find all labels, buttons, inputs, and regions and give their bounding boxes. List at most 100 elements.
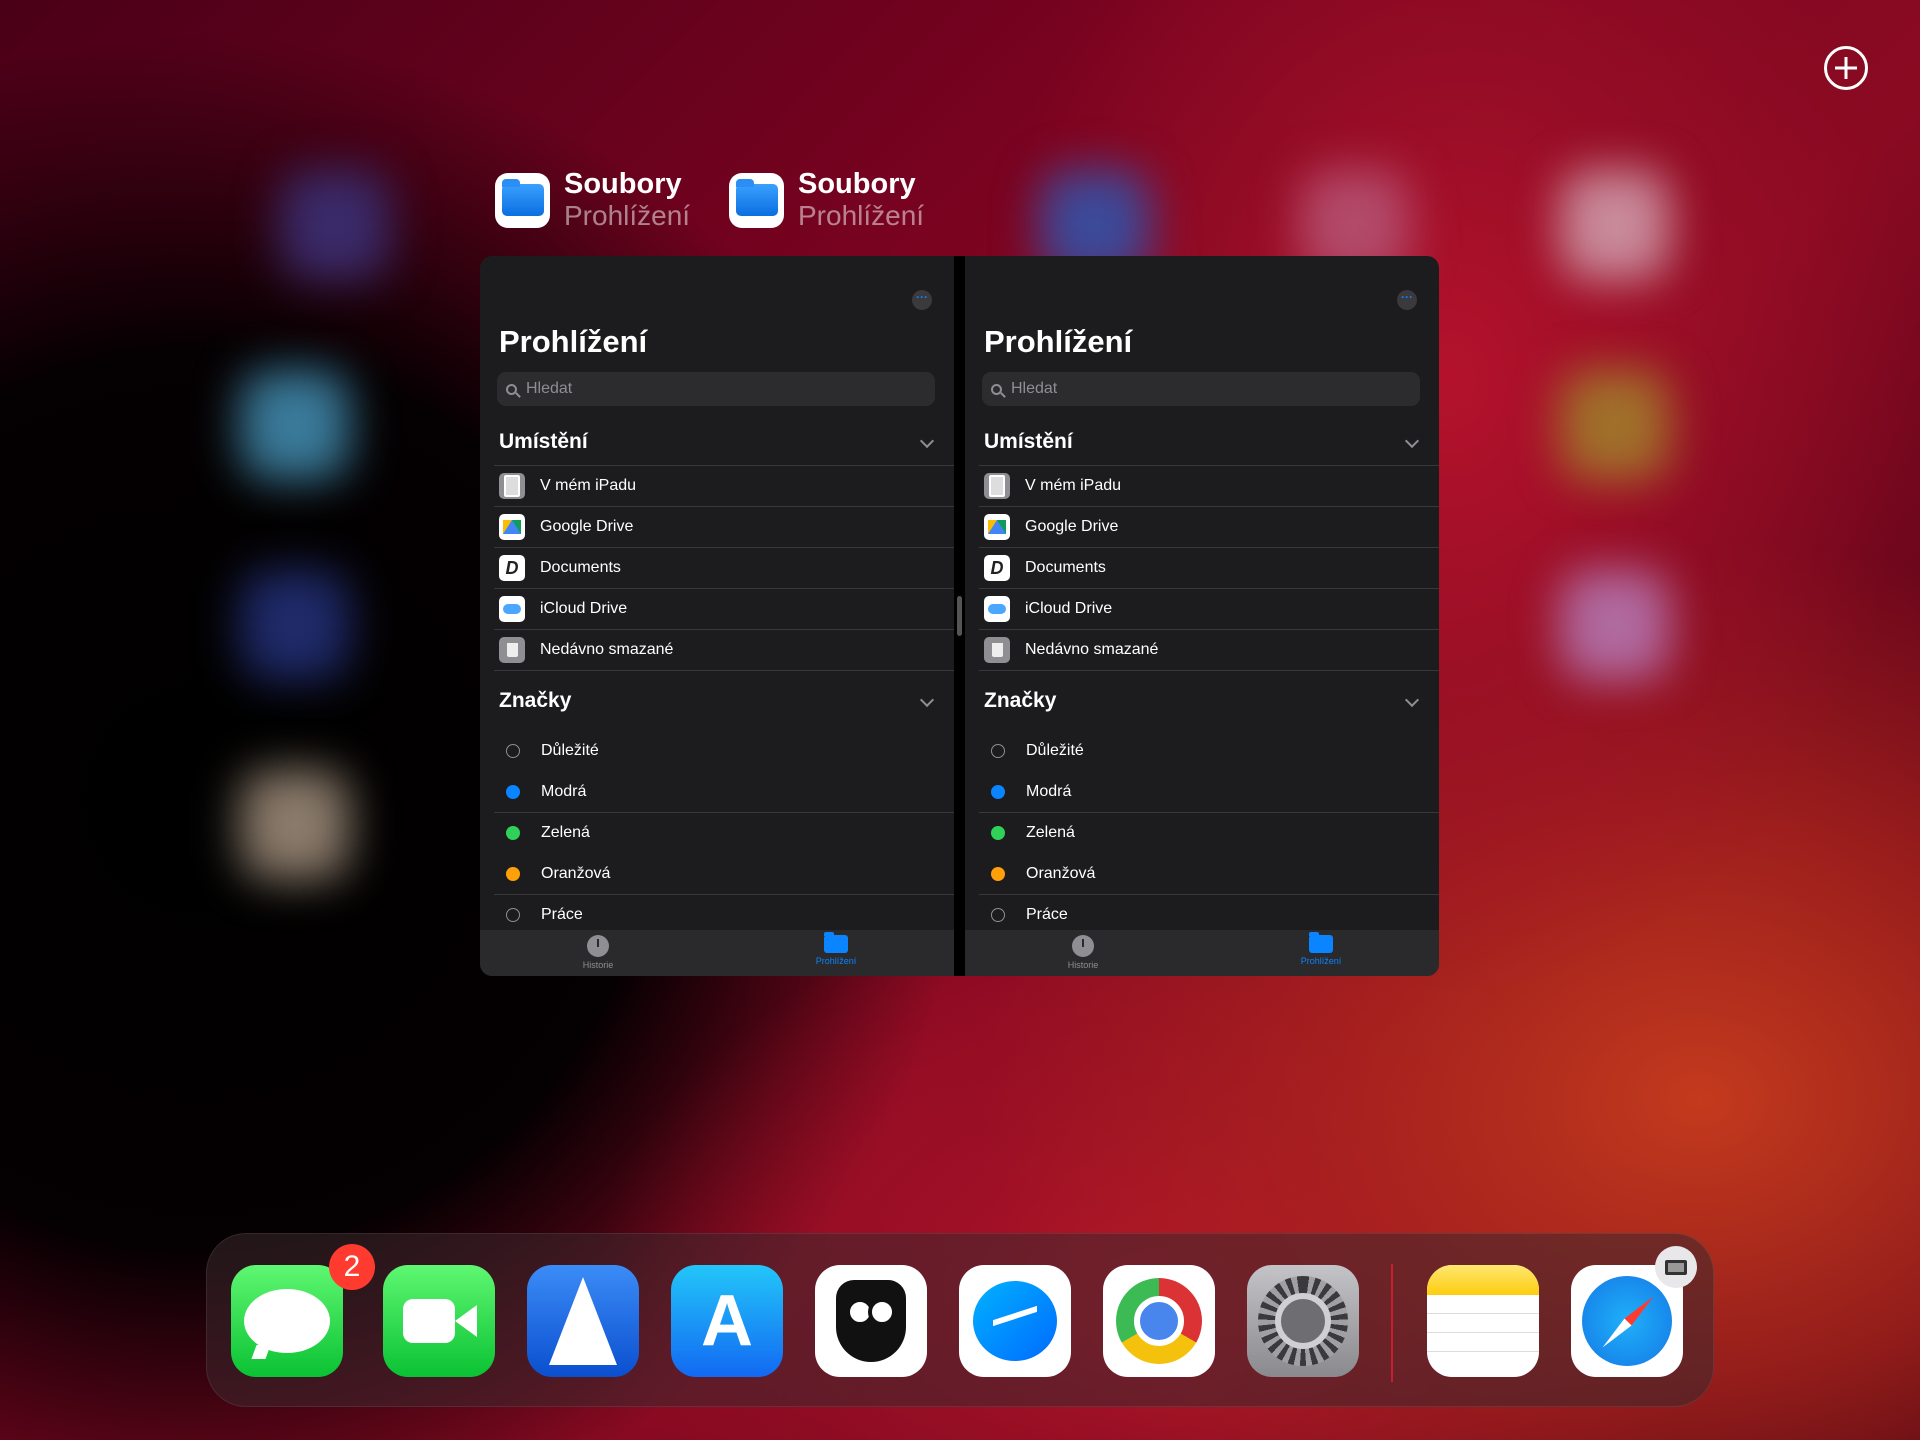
location-label: Google Drive	[540, 518, 634, 535]
tag-empty-circle-icon	[991, 744, 1005, 758]
tag-blue-dot-icon	[506, 785, 520, 799]
tag-label: Zelená	[541, 824, 590, 841]
location-label: iCloud Drive	[1025, 600, 1113, 617]
divider	[494, 670, 954, 671]
chevron-down-icon[interactable]	[919, 692, 935, 708]
tag-orange-dot-icon	[506, 867, 520, 881]
tag-item[interactable]: Práce	[984, 895, 1439, 935]
tag-green-dot-icon	[991, 826, 1005, 840]
app-name: Soubory	[798, 168, 916, 200]
tag-orange-dot-icon	[991, 867, 1005, 881]
tag-item[interactable]: Oranžová	[499, 854, 954, 894]
chevron-down-icon[interactable]	[1404, 692, 1420, 708]
tag-blue-dot-icon	[991, 785, 1005, 799]
location-item-google-drive[interactable]: Google Drive	[499, 507, 954, 547]
handoff-mac-icon[interactable]	[1655, 1246, 1697, 1288]
tag-label: Modrá	[1026, 783, 1072, 800]
app-store-icon[interactable]: A	[671, 1265, 783, 1377]
files-window-left[interactable]: ··· Prohlížení Hledat Umístění V mém iPa…	[480, 256, 954, 976]
tag-label: Důležité	[541, 742, 599, 759]
tag-label: Práce	[541, 906, 583, 923]
location-label: V mém iPadu	[1025, 477, 1122, 494]
tag-empty-circle-icon	[506, 908, 520, 922]
location-item-recently-deleted[interactable]: Nedávno smazané	[499, 630, 954, 670]
divider	[979, 670, 1439, 671]
settings-icon[interactable]	[1247, 1265, 1359, 1377]
tag-label: Oranžová	[1026, 865, 1096, 882]
location-item-recently-deleted[interactable]: Nedávno smazané	[984, 630, 1439, 670]
search-input[interactable]: Hledat	[982, 372, 1420, 406]
hootsuite-icon[interactable]	[815, 1265, 927, 1377]
location-item-google-drive[interactable]: Google Drive	[984, 507, 1439, 547]
tag-item[interactable]: Modrá	[984, 772, 1439, 812]
tag-item[interactable]: Důležité	[499, 731, 954, 771]
search-input[interactable]: Hledat	[497, 372, 935, 406]
clock-icon	[1072, 935, 1094, 957]
location-item-icloud[interactable]: iCloud Drive	[984, 589, 1439, 629]
section-header-tags[interactable]: Značky	[499, 689, 571, 713]
tag-item[interactable]: Oranžová	[984, 854, 1439, 894]
tag-label: Práce	[1026, 906, 1068, 923]
app-name: Soubory	[564, 168, 682, 200]
app-window-subtitle: Prohlížení	[564, 200, 691, 231]
tab-history[interactable]: Historie	[538, 935, 658, 970]
add-space-button[interactable]	[1824, 46, 1868, 90]
split-view-divider[interactable]	[954, 256, 965, 976]
location-item-ipad[interactable]: V mém iPadu	[984, 466, 1439, 506]
location-label: Google Drive	[1025, 518, 1119, 535]
chevron-down-icon[interactable]	[919, 433, 935, 449]
tag-item[interactable]: Práce	[499, 895, 954, 935]
location-item-icloud[interactable]: iCloud Drive	[499, 589, 954, 629]
facetime-icon[interactable]	[383, 1265, 495, 1377]
files-window-right[interactable]: ··· Prohlížení Hledat Umístění V mém iPa…	[965, 256, 1439, 976]
messenger-icon[interactable]	[959, 1265, 1071, 1377]
search-placeholder: Hledat	[526, 380, 573, 397]
location-item-ipad[interactable]: V mém iPadu	[499, 466, 954, 506]
location-label: iCloud Drive	[540, 600, 628, 617]
tag-item[interactable]: Modrá	[499, 772, 954, 812]
blurred-home-icon	[1560, 370, 1670, 480]
chevron-down-icon[interactable]	[1404, 433, 1420, 449]
notes-icon[interactable]	[1427, 1265, 1539, 1377]
notification-badge: 2	[329, 1244, 375, 1290]
icloud-icon	[499, 596, 525, 622]
location-item-documents[interactable]: D Documents	[984, 548, 1439, 588]
search-placeholder: Hledat	[1011, 380, 1058, 397]
tag-item[interactable]: Důležité	[984, 731, 1439, 771]
spark-icon[interactable]	[527, 1265, 639, 1377]
tag-item[interactable]: Zelená	[499, 813, 954, 853]
location-item-documents[interactable]: D Documents	[499, 548, 954, 588]
divider-handle[interactable]	[957, 596, 962, 636]
dock: 2 A	[206, 1233, 1714, 1407]
more-options-icon[interactable]: ···	[1397, 290, 1417, 310]
tag-item[interactable]: Zelená	[984, 813, 1439, 853]
tab-label: Historie	[582, 960, 614, 970]
tag-empty-circle-icon	[991, 908, 1005, 922]
dock-divider	[1391, 1264, 1393, 1382]
files-app-icon	[729, 172, 784, 228]
location-label: Nedávno smazané	[1025, 641, 1159, 658]
tag-green-dot-icon	[506, 826, 520, 840]
location-label: Documents	[1025, 559, 1106, 576]
files-app-icon	[495, 172, 550, 228]
more-options-icon[interactable]: ···	[912, 290, 932, 310]
tab-browse[interactable]: Prohlížení	[1261, 932, 1381, 966]
trash-icon	[984, 637, 1010, 663]
search-icon	[991, 383, 1002, 395]
ipad-icon	[499, 473, 525, 499]
tag-label: Důležité	[1026, 742, 1084, 759]
location-label: Nedávno smazané	[540, 641, 674, 658]
search-icon	[506, 383, 517, 395]
tab-bar: Historie Prohlížení	[965, 930, 1439, 976]
messages-icon[interactable]	[231, 1265, 343, 1377]
app-window-subtitle: Prohlížení	[798, 200, 925, 231]
section-header-locations[interactable]: Umístění	[499, 430, 588, 454]
tab-browse[interactable]: Prohlížení	[776, 932, 896, 966]
location-label: V mém iPadu	[540, 477, 637, 494]
app-label-right: Soubory Prohlížení	[729, 168, 924, 232]
chrome-icon[interactable]	[1103, 1265, 1215, 1377]
section-header-locations[interactable]: Umístění	[984, 430, 1073, 454]
section-header-tags[interactable]: Značky	[984, 689, 1056, 713]
tab-history[interactable]: Historie	[1023, 935, 1143, 970]
tag-empty-circle-icon	[506, 744, 520, 758]
